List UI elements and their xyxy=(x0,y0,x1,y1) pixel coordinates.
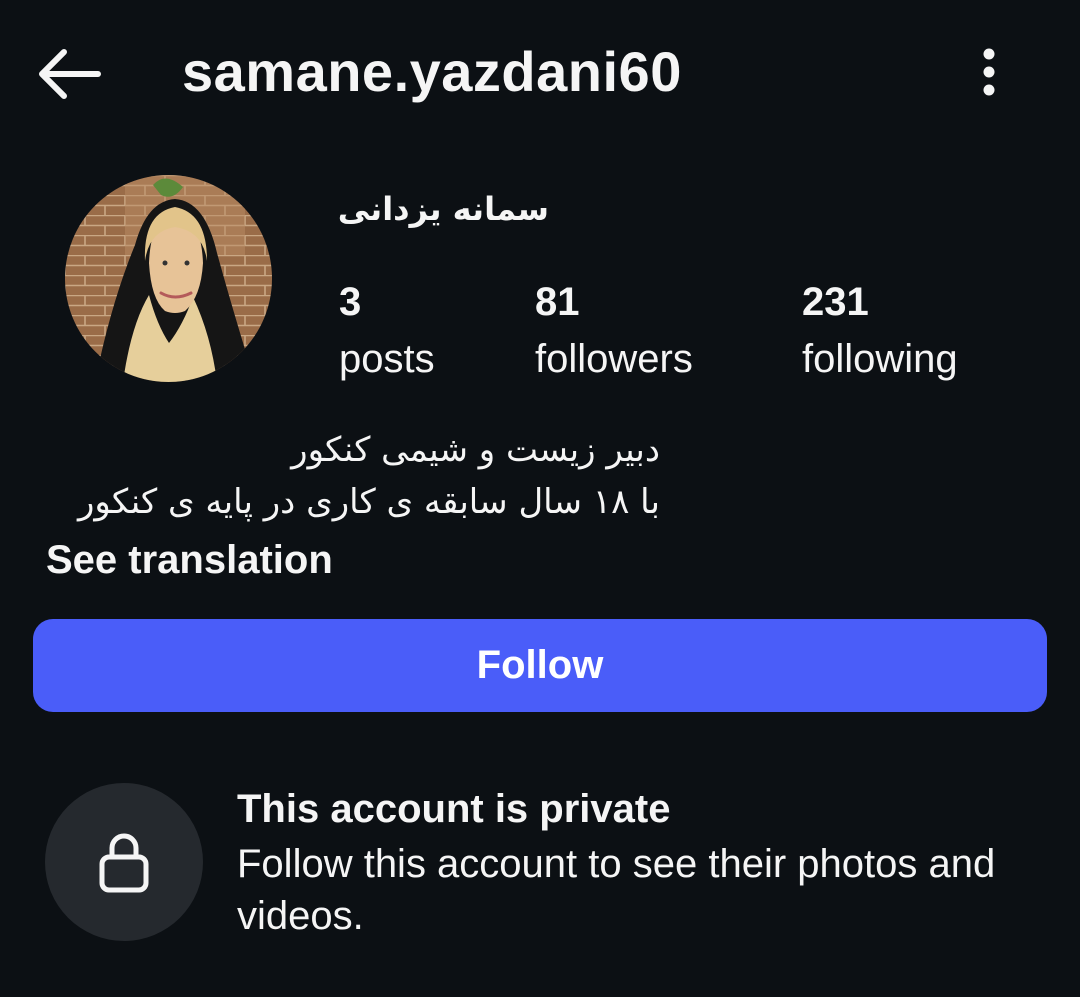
private-account-title: This account is private xyxy=(237,787,671,831)
profile-avatar[interactable] xyxy=(65,175,272,382)
followers-count-label: followers xyxy=(535,337,693,381)
more-vertical-icon xyxy=(983,48,995,96)
profile-bio: دبیر زیست و شیمی کنکور با ۱۸ سال سابقه ی… xyxy=(78,424,660,528)
posts-count-label: posts xyxy=(339,337,435,381)
followers-count-value: 81 xyxy=(535,280,580,324)
see-translation-link[interactable]: See translation xyxy=(46,536,333,584)
private-account-badge xyxy=(45,783,203,941)
bio-line: با ۱۸ سال سابقه ی کاری در پایه ی کنکور xyxy=(77,482,660,522)
more-options-button[interactable] xyxy=(966,40,1012,104)
follow-button[interactable]: Follow xyxy=(33,619,1047,712)
following-count-value: 231 xyxy=(802,280,869,324)
bio-line: دبیر زیست و شیمی کنکور xyxy=(291,430,660,470)
back-button[interactable] xyxy=(30,42,106,106)
profile-display-name: سمانه یزدانی xyxy=(337,190,549,228)
following-count-label: following xyxy=(802,337,958,381)
top-bar: samane.yazdani60 xyxy=(0,0,1080,145)
followers-count[interactable]: 81 followers xyxy=(535,278,693,390)
following-count[interactable]: 231 following xyxy=(802,278,958,390)
arrow-left-icon xyxy=(39,49,101,99)
posts-count[interactable]: 3 posts xyxy=(339,278,435,390)
lock-icon xyxy=(99,833,149,893)
private-account-message: Follow this account to see their photos … xyxy=(237,842,996,938)
profile-username: samane.yazdani60 xyxy=(182,40,682,103)
posts-count-value: 3 xyxy=(339,280,362,324)
